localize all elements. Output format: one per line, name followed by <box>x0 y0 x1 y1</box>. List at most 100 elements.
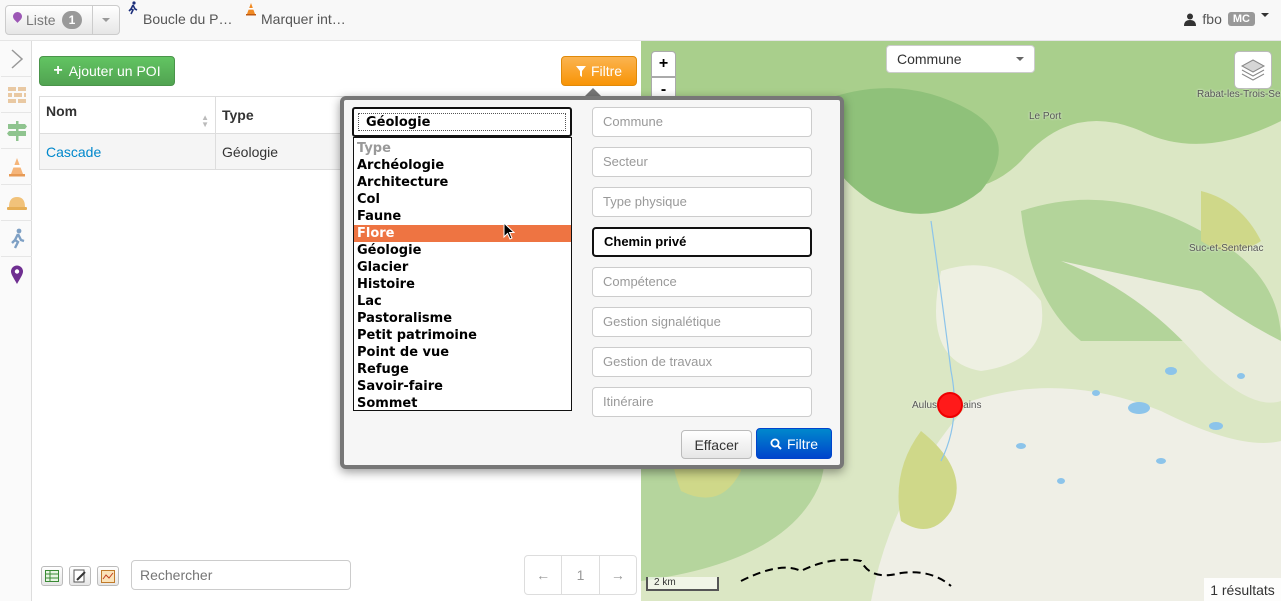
pagination: ← 1 → <box>524 555 637 595</box>
chevron-right-icon <box>10 48 23 69</box>
apply-filter-label: Filtre <box>786 435 819 452</box>
pager-page-1[interactable]: 1 <box>562 556 600 594</box>
sidebar-item-signage[interactable] <box>1 113 32 149</box>
sidebar-item-intervention[interactable] <box>1 149 32 185</box>
funnel-icon <box>575 65 586 77</box>
liste-button[interactable]: Liste 1 <box>5 5 93 35</box>
top-navbar: Liste 1 Boucle du P… Marquer int… fbo MC <box>0 0 1281 41</box>
gestion-travaux-filter-input[interactable]: Gestion de travaux <box>592 347 812 377</box>
filter-toggle-button[interactable]: Filtre <box>561 56 637 86</box>
liste-label: Liste <box>26 12 56 28</box>
type-option[interactable]: Point de vue <box>354 344 571 361</box>
hiker-icon <box>10 228 24 249</box>
map-pin-icon <box>11 10 24 23</box>
sidebar-item-collapse[interactable] <box>1 41 32 77</box>
map-file-icon <box>101 569 115 583</box>
sort-icon: ▲ ▼ <box>201 112 209 129</box>
history-item-boucle[interactable]: Boucle du P… <box>143 11 233 27</box>
type-option[interactable]: Refuge <box>354 361 571 378</box>
type-option[interactable]: Géologie <box>354 242 571 259</box>
type-select-value: Géologie <box>358 113 566 131</box>
user-menu[interactable]: fbo MC <box>1184 11 1269 27</box>
type-option[interactable]: Architecture <box>354 174 571 191</box>
user-icon <box>1184 13 1197 26</box>
pager-next-button[interactable]: → <box>600 556 636 594</box>
type-option[interactable]: Lac <box>354 293 571 310</box>
secteur-filter-input[interactable]: Secteur <box>592 147 812 177</box>
type-option[interactable]: Histoire <box>354 276 571 293</box>
hardhat-icon <box>6 196 27 210</box>
itineraire-filter-input[interactable]: Itinéraire <box>592 387 812 417</box>
poi-table: Nom ▲ ▼ Type Cascade Géologie <box>39 96 349 170</box>
column-header-label: Type <box>222 107 254 123</box>
export-odt-button[interactable] <box>69 566 91 586</box>
type-option[interactable]: Faune <box>354 208 571 225</box>
type-option[interactable]: Sommet <box>354 395 571 412</box>
type-option: Type <box>357 141 391 156</box>
type-option[interactable]: Glacier <box>354 259 571 276</box>
traffic-cone-icon <box>246 3 256 16</box>
table-header-row: Nom ▲ ▼ Type <box>39 96 349 134</box>
chevron-down-icon <box>1016 57 1024 61</box>
type-options-list: Type Archéologie Architecture Col Faune … <box>353 137 572 411</box>
zoom-in-button[interactable]: + <box>651 51 676 77</box>
type-option[interactable]: Archéologie <box>354 157 571 174</box>
column-header-type[interactable]: Type <box>215 96 349 134</box>
pager-prev-button[interactable]: ← <box>525 556 563 594</box>
table-row[interactable]: Cascade Géologie <box>39 133 349 170</box>
layers-button[interactable] <box>1234 51 1272 89</box>
filter-popover: Géologie Type Archéologie Architecture C… <box>340 96 844 469</box>
export-csv-button[interactable] <box>41 566 63 586</box>
results-count: 1 résultats <box>1204 578 1281 601</box>
commune-select-value: Commune <box>897 51 962 67</box>
sidebar-item-infrastructure[interactable] <box>1 77 32 113</box>
type-option[interactable]: Savoir-faire <box>354 378 571 395</box>
spreadsheet-icon <box>45 570 59 582</box>
export-shp-button[interactable] <box>97 566 119 586</box>
sidebar-item-trek[interactable] <box>1 221 32 257</box>
search-icon <box>770 438 782 450</box>
liste-dropdown-toggle[interactable] <box>92 5 120 35</box>
sidebar-item-project[interactable] <box>1 185 32 221</box>
map-scale: 2 km <box>646 577 719 591</box>
mouse-cursor-icon <box>503 222 516 240</box>
poi-marker[interactable] <box>937 392 963 418</box>
layers-icon <box>1240 59 1266 81</box>
table-cell-type: Géologie <box>215 133 349 170</box>
commune-select[interactable]: Commune <box>886 45 1035 73</box>
type-option[interactable]: Col <box>354 191 571 208</box>
add-poi-button[interactable]: + Ajouter un POI <box>39 56 175 86</box>
user-badge: MC <box>1227 12 1255 26</box>
hiker-icon <box>128 1 138 15</box>
sidebar-item-poi[interactable] <box>1 257 32 293</box>
wall-icon <box>7 86 26 103</box>
column-header-nom[interactable]: Nom ▲ ▼ <box>39 96 216 134</box>
gestion-signaletique-filter-input[interactable]: Gestion signalétique <box>592 307 812 337</box>
search-input[interactable] <box>131 560 351 590</box>
type-select[interactable]: Géologie <box>352 107 572 137</box>
filter-toggle-label: Filtre <box>590 63 623 79</box>
clear-filter-button[interactable]: Effacer <box>681 430 752 459</box>
statut-filter-input[interactable]: Chemin privé <box>592 227 812 257</box>
poi-link[interactable]: Cascade <box>46 144 101 160</box>
traffic-cone-icon <box>8 157 25 176</box>
chevron-down-icon <box>1261 13 1269 17</box>
commune-filter-input[interactable]: Commune <box>592 107 812 137</box>
type-option-highlighted[interactable]: Flore <box>354 225 571 242</box>
map-label-suc: Suc-et-Sentenac <box>1189 243 1264 254</box>
module-sidebar <box>0 41 32 601</box>
map-label-rabat: Rabat-les-Trois-Se <box>1197 89 1281 100</box>
user-name: fbo <box>1202 11 1222 27</box>
signpost-icon <box>6 120 27 141</box>
apply-filter-button[interactable]: Filtre <box>756 428 832 459</box>
map-label-le-port: Le Port <box>1029 111 1062 122</box>
add-poi-label: Ajouter un POI <box>68 63 161 79</box>
type-option[interactable]: Pastoralisme <box>354 310 571 327</box>
document-edit-icon <box>73 569 86 583</box>
type-physique-filter-input[interactable]: Type physique <box>592 187 812 217</box>
history-item-marquer[interactable]: Marquer int… <box>261 11 346 27</box>
map-pin-icon <box>10 265 23 284</box>
competence-filter-input[interactable]: Compétence <box>592 267 812 297</box>
chevron-down-icon <box>102 18 110 22</box>
type-option[interactable]: Petit patrimoine <box>354 327 571 344</box>
